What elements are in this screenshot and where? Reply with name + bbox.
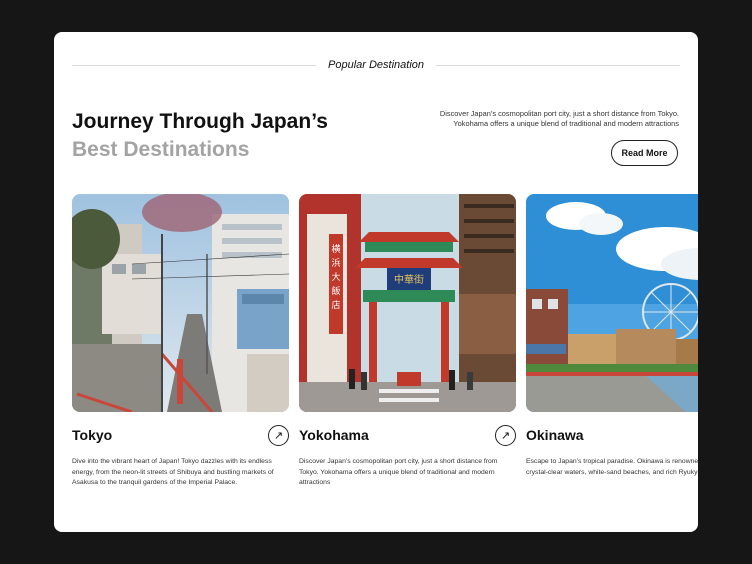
gate-sign-text: 中華街 [394, 273, 424, 286]
svg-text:店: 店 [331, 299, 340, 311]
section-label: Popular Destination [328, 59, 425, 71]
destination-name: Yokohama [299, 427, 369, 443]
svg-text:横: 横 [331, 243, 340, 255]
okinawa-waterfront-photo [526, 194, 698, 412]
section-header: Popular Destination [72, 58, 681, 72]
read-more-button[interactable]: Read More [611, 140, 678, 166]
page-title: Journey Through Japan’s Best Destination… [72, 108, 328, 164]
title-line-1: Journey Through Japan’s [72, 110, 328, 133]
tokyo-street-photo [72, 194, 289, 412]
destination-description: Escape to Japan’s tropical paradise. Oki… [526, 458, 698, 476]
destination-description: Dive into the vibrant heart of Japan! To… [72, 458, 274, 486]
yokohama-chinatown-photo: 横 浜 大 飯 店 中華街 [299, 194, 516, 412]
svg-text:浜: 浜 [331, 258, 340, 269]
divider-left [72, 64, 316, 66]
intro-text: Discover Japan’s cosmopolitan port city,… [439, 109, 679, 128]
destination-card-tokyo[interactable]: Tokyo ↗ Dive into the vibrant heart of J… [72, 194, 289, 486]
destination-name: Okinawa [526, 427, 584, 443]
destinations-card: Popular Destination Journey Through Japa… [54, 32, 698, 532]
destination-name: Tokyo [72, 427, 113, 443]
svg-text:大: 大 [331, 271, 340, 283]
title-line-2: Best Destinations [72, 138, 250, 161]
svg-text:飯: 飯 [331, 285, 340, 297]
arrow-up-right-icon[interactable]: ↗ [495, 425, 516, 446]
divider-right [436, 64, 681, 66]
arrow-up-right-icon[interactable]: ↗ [268, 425, 289, 446]
destination-card-okinawa[interactable]: Okinawa Escape to Japan’s tropical parad… [526, 194, 698, 476]
destination-description: Discover Japan’s cosmopolitan port city,… [299, 458, 498, 486]
destination-card-yokohama[interactable]: 横 浜 大 飯 店 中華街 Yokohama ↗ Discover Japan’… [299, 194, 516, 486]
